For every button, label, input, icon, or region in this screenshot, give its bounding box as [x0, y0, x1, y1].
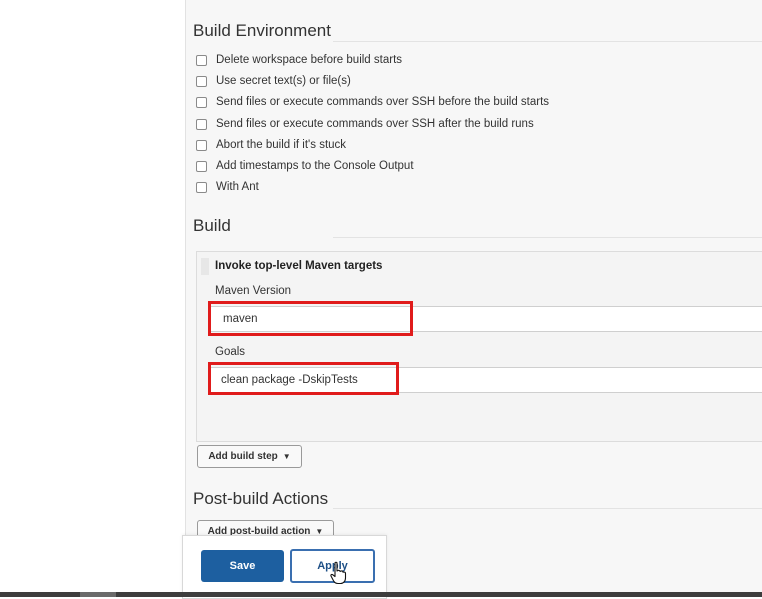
highlight-box-maven [208, 301, 413, 336]
goals-label: Goals [215, 346, 246, 358]
section-divider [333, 508, 762, 509]
add-build-step-label: Add build step [208, 451, 278, 462]
taskbar-segment [80, 592, 116, 597]
checkbox[interactable] [196, 139, 207, 151]
build-step-panel [196, 251, 762, 442]
checkbox[interactable] [196, 160, 207, 172]
checkbox[interactable] [196, 181, 207, 193]
option-with-ant[interactable]: With Ant [196, 178, 259, 196]
option-delete-workspace[interactable]: Delete workspace before build starts [196, 51, 402, 69]
section-divider [333, 41, 762, 42]
section-divider [333, 237, 762, 238]
option-label: Send files or execute commands over SSH … [216, 96, 550, 108]
add-build-step-button[interactable]: Add build step ▼ [197, 445, 302, 468]
save-button[interactable]: Save [201, 550, 284, 582]
highlight-box-goals [208, 362, 399, 395]
caret-down-icon: ▼ [282, 452, 291, 461]
option-label: Use secret text(s) or file(s) [216, 75, 351, 87]
build-heading: Build [193, 216, 231, 235]
option-timestamps[interactable]: Add timestamps to the Console Output [196, 157, 414, 175]
checkbox[interactable] [196, 75, 207, 87]
option-label: Add timestamps to the Console Output [216, 160, 414, 172]
option-secret-text[interactable]: Use secret text(s) or file(s) [196, 72, 351, 90]
drag-handle-icon[interactable] [201, 258, 209, 275]
option-ssh-after[interactable]: Send files or execute commands over SSH … [196, 115, 534, 133]
option-abort-stuck[interactable]: Abort the build if it's stuck [196, 136, 346, 154]
option-label: Delete workspace before build starts [216, 54, 403, 66]
checkbox[interactable] [196, 54, 207, 66]
build-environment-heading: Build Environment [193, 21, 331, 40]
option-label: Send files or execute commands over SSH … [216, 118, 534, 130]
post-build-heading: Post-build Actions [193, 489, 329, 508]
option-label: With Ant [216, 181, 259, 193]
build-step-title: Invoke top-level Maven targets [215, 260, 383, 272]
option-label: Abort the build if it's stuck [216, 139, 347, 151]
hand-pointer-icon [330, 561, 347, 585]
checkbox[interactable] [196, 96, 207, 108]
checkbox[interactable] [196, 118, 207, 130]
option-ssh-before[interactable]: Send files or execute commands over SSH … [196, 93, 549, 111]
maven-version-label: Maven Version [215, 285, 292, 297]
